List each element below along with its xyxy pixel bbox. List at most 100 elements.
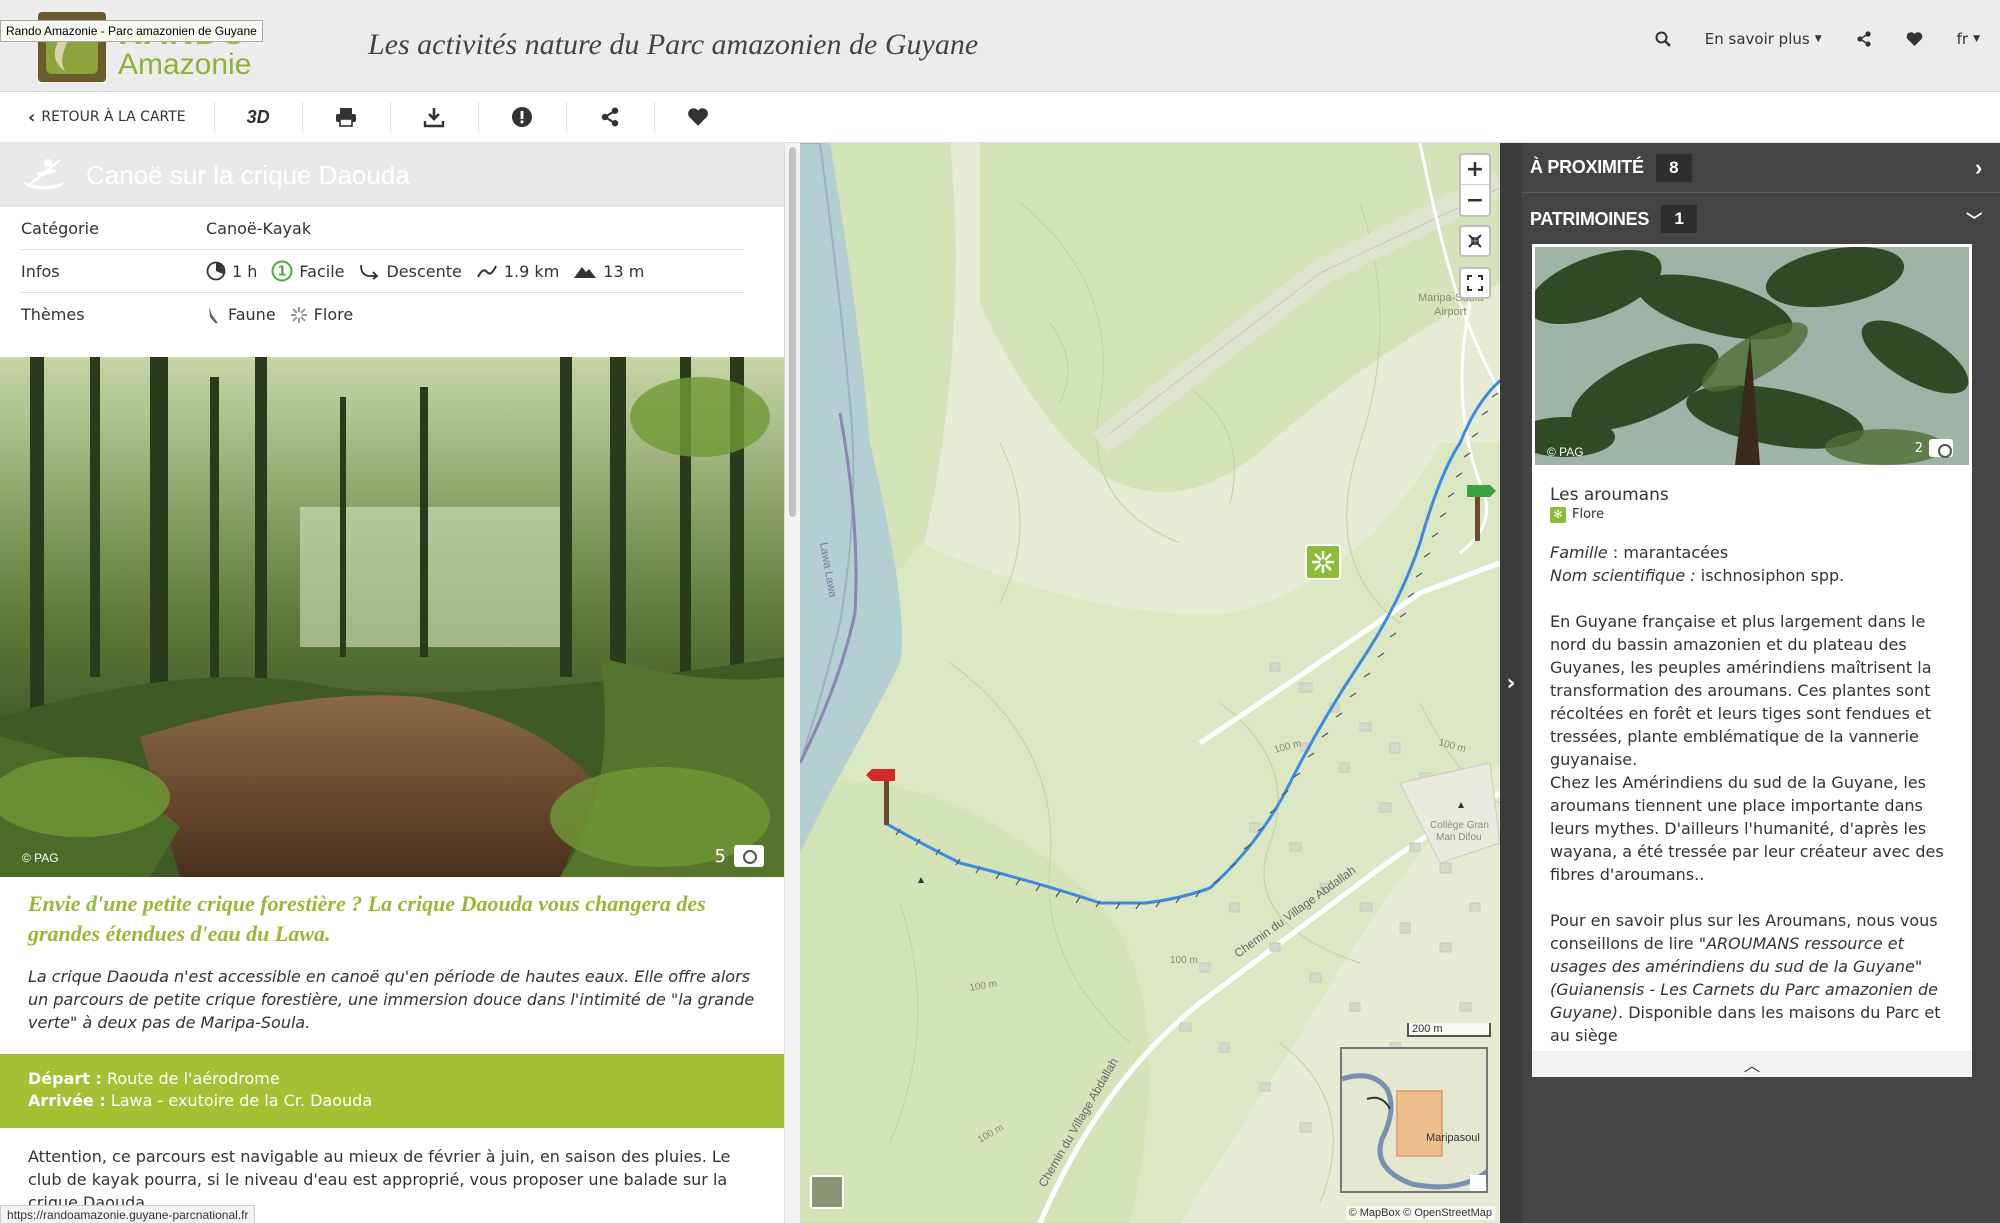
scientific-name-value: ischnosiphon spp. [1695,566,1845,585]
map-label-college-2: Man Difou [1436,832,1482,843]
category-row: Catégorie Canoë-Kayak [20,207,744,250]
duration-value: 1 h [232,261,258,281]
route-value: Descente [386,261,462,281]
difficulty-info: 1 Facile [271,260,344,282]
photo-gallery-button[interactable]: 5 [715,845,764,867]
print-button[interactable] [301,102,390,132]
more-info-label: En savoir plus [1704,30,1810,48]
theme-flora-label: Flore [313,305,354,324]
bird-icon [209,306,218,323]
more-info-menu[interactable]: En savoir plus ▼ [1705,30,1822,48]
card-collapse-button[interactable]: ︿ [1532,1051,1972,1077]
camera-icon [1929,439,1953,458]
trek-warning: Attention, ce parcours est navigable au … [28,1147,731,1212]
arrival-label: Arrivée : [28,1091,106,1110]
share-icon [601,107,619,127]
fit-route-button[interactable] [1459,225,1491,257]
download-icon [423,108,445,128]
left-panel-scrollbar[interactable] [784,143,800,1223]
favorite-icon[interactable] [1906,31,1923,47]
fullscreen-button[interactable] [1459,267,1491,299]
map-attribution: © MapBox © OpenStreetMap [1345,1206,1495,1220]
heritage-flower-marker[interactable] [1305,544,1341,580]
logo-text-bottom: Amazonie [118,48,252,81]
heritage-paragraph-1: En Guyane française et plus largement da… [1550,612,1932,769]
caret-down-icon: ▼ [1973,34,1980,44]
trek-info-table: Catégorie Canoë-Kayak Infos 1 h 1 Facile… [0,207,784,336]
heritage-photo[interactable]: © PAG 2 [1535,247,1969,465]
chevron-down-icon: ﹀ [1966,213,1982,230]
fullscreen-icon [1467,275,1483,291]
overview-minimap[interactable]: Maripasoul [1340,1047,1488,1193]
difficulty-easy-icon: 1 [271,260,293,282]
sidebar-toggle[interactable]: › [1500,143,1522,1223]
trek-title: Canoë sur la crique Daouda [86,159,410,190]
zoom-control: + − [1459,153,1491,217]
theme-flora: Flore [290,305,354,324]
report-button[interactable] [477,102,566,132]
length-value: 1.9 km [503,261,560,281]
family-value: : marantacées [1607,543,1729,562]
heritage-family: Famille : marantacées [1550,541,1954,564]
canoe-icon [24,159,64,190]
back-to-map-button[interactable]: ‹ Retour à la carte [0,92,214,142]
layer-switcher-button[interactable] [810,1175,844,1209]
download-button[interactable] [389,102,478,132]
svg-text:1: 1 [278,265,287,280]
chevron-up-icon: ︿ [1743,1056,1760,1075]
heritage-category: ✻ Flore [1550,507,1954,523]
photo-credit: © PAG [22,851,59,865]
heritage-scientific-name: Nom scientifique : ischnosiphon spp. [1550,564,1954,587]
chevron-right-icon: › [1974,154,1982,180]
difficulty-value: Facile [299,261,345,281]
nearby-count: 8 [1655,153,1692,182]
distance-icon [476,265,497,278]
share-button[interactable] [565,102,654,132]
heritage-title: Les aroumans [1550,485,1669,505]
heritage-header[interactable]: Patrimoines 1 ﹀ [1522,194,2000,244]
share-icon[interactable] [1856,31,1872,47]
favorite-button[interactable] [653,102,742,132]
heritage-paragraph-2: Chez les Amérindiens du sud de la Guyane… [1550,773,1944,884]
category-value: Canoë-Kayak [206,218,312,238]
map-label-college-1: Collège Gran [1430,820,1489,831]
arrival-value: Lawa - exutoire de la Cr. Daouda [105,1091,373,1110]
status-bar-url: https://randoamazonie.guyane-parcnationa… [0,1205,256,1223]
language-select[interactable]: fr ▼ [1957,30,1980,48]
search-icon[interactable] [1655,31,1671,47]
heart-icon [688,107,709,126]
language-label: fr [1956,30,1969,48]
trek-photo[interactable]: © PAG 5 [0,357,784,877]
flower-icon [290,306,307,323]
route-info: Descente [358,261,462,281]
category-label: Catégorie [21,218,99,238]
site-tagline: Les activités nature du Parc amazonien d… [368,28,979,61]
zoom-out-button[interactable]: − [1461,185,1489,215]
elevation-icon [574,267,597,278]
site-header: RANDO Amazonie Rando Amazonie - Parc ama… [0,0,2000,92]
chevron-left-icon: ‹ [28,106,36,128]
header-actions: En savoir plus ▼ fr ▼ [1655,30,1980,48]
view-3d-button[interactable]: 3D [213,102,302,132]
camera-icon [734,845,764,867]
map-label-airport-2: Airport [1434,306,1466,318]
heritage-card-body: Les aroumans ✻ Flore Famille : marantacé… [1532,468,1972,1047]
family-label: Famille [1550,543,1608,562]
elevation-value: 13 m [603,261,645,281]
trek-map[interactable]: Maripa-Soula Airport Lawa Lawa Chemin du… [800,143,1500,1223]
themes-row: Thèmes Faune Flore [20,293,744,336]
heritage-photo-count: 2 [1914,440,1923,456]
chevron-right-icon: › [1506,670,1516,696]
map-label-contour: 100 m [1170,955,1198,966]
photo-count: 5 [714,845,726,867]
infos-label: Infos [21,261,60,281]
nearby-sidebar: › À proximité 8 › Patrimoines 1 ﹀ [1500,143,2000,1223]
heritage-gallery-button[interactable]: 2 [1914,439,1953,458]
zoom-in-button[interactable]: + [1461,155,1489,185]
nearby-header[interactable]: À proximité 8 › [1522,143,2000,193]
departure-arrival-box: Départ : Route de l'aérodrome Arrivée : … [0,1054,784,1128]
3d-icon: 3D [246,106,270,127]
infos-row: Infos 1 h 1 Facile Descente 1.9 km 13 m [20,250,744,293]
caret-down-icon: ▼ [1814,34,1822,44]
heritage-category-label: Flore [1572,507,1605,522]
